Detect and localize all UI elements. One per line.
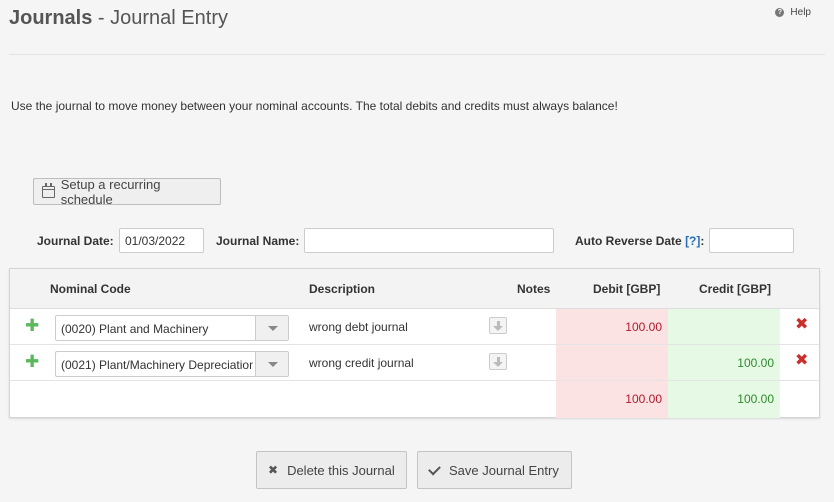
intro-text: Use the journal to move money between yo… [11,99,618,113]
auto-reverse-label-text: Auto Reverse Date [575,234,682,248]
add-row-icon[interactable]: ✚ [25,317,39,334]
chevron-down-icon[interactable] [255,316,288,340]
nominal-code-select[interactable]: (0021) Plant/Machinery Depreciation [55,351,289,377]
calendar-icon [42,182,55,198]
credit-cell[interactable] [668,309,780,344]
table-row: ✚ (0020) Plant and Machinery wrong debt … [10,309,819,345]
page-title-main: Journals [9,7,93,29]
nominal-code-value: (0020) Plant and Machinery [61,322,209,336]
setup-recurring-schedule-label: Setup a recurring schedule [60,176,161,207]
page-title-separator: - [92,7,111,29]
auto-reverse-date-input[interactable] [709,228,794,253]
table-row: ✚ (0021) Plant/Machinery Depreciation wr… [10,345,819,381]
column-description: Description [309,282,376,296]
help-label: Help [790,7,811,18]
nominal-code-select[interactable]: (0020) Plant and Machinery [55,315,289,341]
page-title-sub: Journal Entry [110,7,228,29]
check-icon [428,462,441,475]
journal-name-label: Journal Name: [216,234,300,248]
close-icon: ✖ [268,463,279,477]
help-link[interactable]: ? Help [775,7,811,18]
credit-value: 100.00 [737,356,774,370]
column-credit: Credit [GBP] [699,282,771,296]
journal-date-label: Journal Date: [37,234,114,248]
column-debit: Debit [GBP] [593,282,661,296]
description-value[interactable]: wrong credit journal [309,356,414,370]
debit-total: 100.00 [625,392,662,406]
setup-recurring-schedule-button[interactable]: Setup a recurring schedule [33,176,221,207]
totals-row: 100.00 100.00 [10,381,819,418]
journal-date-input[interactable]: 01/03/2022 [119,228,204,253]
chevron-down-icon[interactable] [255,352,288,376]
remove-row-icon[interactable]: ✖ [795,317,808,333]
description-value[interactable]: wrong debt journal [309,320,408,334]
add-row-icon[interactable]: ✚ [25,353,39,370]
journal-name-input[interactable] [304,228,554,253]
save-journal-button[interactable]: Save Journal Entry [417,451,572,489]
notes-download-icon[interactable] [489,317,507,334]
column-notes: Notes [517,282,551,296]
delete-journal-button[interactable]: ✖ Delete this Journal [256,451,407,489]
grid-header: Nominal Code Description Notes Debit [GB… [10,269,819,309]
column-nominal-code: Nominal Code [50,282,131,296]
auto-reverse-label: Auto Reverse Date [?]: [575,234,704,248]
credit-total: 100.00 [737,392,774,406]
help-icon: ? [775,8,785,17]
save-journal-label: Save Journal Entry [449,462,559,478]
journal-grid: Nominal Code Description Notes Debit [GB… [9,268,820,418]
remove-row-icon[interactable]: ✖ [795,353,808,369]
delete-journal-label: Delete this Journal [287,462,395,478]
notes-download-icon[interactable] [489,353,507,370]
debit-cell[interactable] [556,345,668,380]
auto-reverse-colon: : [700,234,705,248]
debit-value: 100.00 [625,320,662,334]
auto-reverse-help-link[interactable]: [?] [685,234,700,248]
header-divider [9,54,825,55]
nominal-code-value: (0021) Plant/Machinery Depreciation [61,358,253,372]
page-title: Journals - Journal Entry [9,7,228,30]
